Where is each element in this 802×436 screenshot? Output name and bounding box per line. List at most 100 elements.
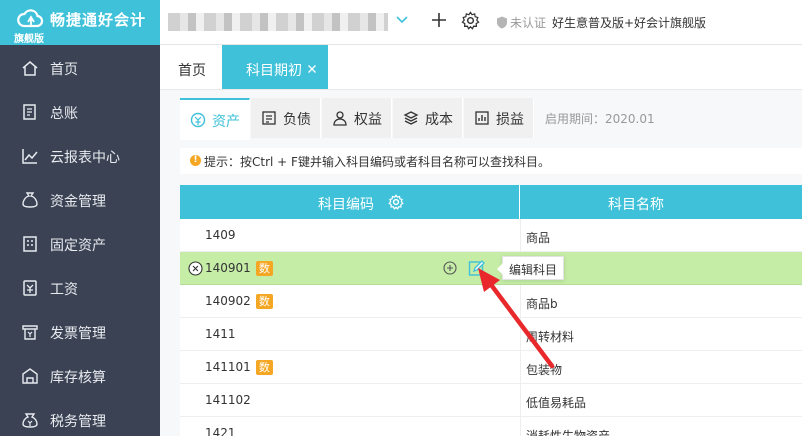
tab-profit-loss[interactable]: 损益 [464, 98, 534, 138]
liability-icon [262, 111, 276, 125]
sidebar-item-label: 税务管理 [50, 414, 106, 430]
equity-icon [333, 111, 347, 126]
tab-label: 负债 [283, 112, 311, 128]
tab-home[interactable]: 首页 [178, 60, 206, 80]
code-text: 1421 [205, 426, 236, 436]
sidebar-item-home[interactable]: 首页 [0, 46, 160, 90]
sidebar-item-label: 固定资产 [50, 238, 106, 254]
sidebar-item-label: 首页 [50, 62, 78, 78]
gear-icon[interactable] [461, 11, 480, 30]
warehouse-icon [22, 368, 38, 384]
row-code: 141102 [205, 393, 251, 407]
table-header: 科目编码 科目名称 [180, 185, 802, 219]
row-name: 包装物 [526, 363, 563, 377]
table-row[interactable]: 140902 数 商品b [180, 285, 802, 318]
column-header-code: 科目编码 [180, 185, 520, 219]
table-row[interactable]: 1411 周转材料 [180, 318, 802, 351]
chevron-down-icon[interactable] [395, 12, 409, 26]
main-content: 资产 负债 权益 成本 损益 启用期间：2020.01 ! 提示：按Ctrl +… [160, 90, 802, 436]
table-row-selected[interactable]: 140901 数 编辑科目 [180, 252, 802, 285]
row-code: 140901 数 [205, 261, 273, 276]
tab-label: 损益 [496, 112, 524, 128]
row-name: 低值易耗品 [526, 396, 587, 410]
sidebar-item-label: 云报表中心 [50, 150, 120, 166]
row-code: 1411 [205, 327, 236, 341]
cell-divider [520, 351, 521, 384]
tab-label: 科目期初 [246, 63, 302, 79]
sidebar-item-invoices[interactable]: 发票管理 [0, 310, 160, 354]
row-code: 141101 数 [205, 360, 273, 375]
ledger-icon [23, 104, 36, 120]
accounts-table: 科目编码 科目名称 1409 商品 140901 数 编辑科目 140902 数… [180, 185, 802, 436]
profit-loss-icon [475, 111, 489, 125]
chart-icon [22, 149, 38, 164]
sidebar-item-salary[interactable]: 工资 [0, 266, 160, 310]
sidebar-item-label: 总账 [50, 106, 78, 122]
sidebar-item-fixed-assets[interactable]: 固定资产 [0, 222, 160, 266]
cell-divider [520, 384, 521, 417]
tab-liabilities[interactable]: 负债 [251, 98, 321, 138]
app-logo[interactable]: 畅捷通好会计 旗舰版 [0, 0, 160, 45]
sidebar-item-tax[interactable]: 税务管理 [0, 398, 160, 436]
info-icon: ! [190, 155, 201, 166]
cell-divider [520, 417, 521, 436]
home-icon [22, 61, 38, 76]
invoice-icon [22, 325, 38, 340]
column-label: 科目名称 [608, 197, 664, 213]
sidebar-item-reports[interactable]: 云报表中心 [0, 134, 160, 178]
code-text: 140901 [205, 261, 251, 275]
tab-label: 资产 [212, 114, 240, 130]
hint-text: 提示：按Ctrl + F键并输入科目编码或者科目名称可以查找科目。 [204, 155, 550, 169]
row-name: 周转材料 [526, 330, 575, 344]
column-label: 科目编码 [318, 197, 374, 213]
tab-equity[interactable]: 权益 [322, 98, 392, 138]
gear-icon[interactable] [388, 194, 404, 210]
sidebar-item-funds[interactable]: 资金管理 [0, 178, 160, 222]
cert-status-label: 未认证 [510, 16, 547, 30]
tab-opening-balances[interactable]: 科目期初 [222, 45, 328, 89]
cert-status[interactable]: 未认证 [496, 14, 546, 31]
app-name: 畅捷通好会计 [50, 11, 147, 29]
search-hint: ! 提示：按Ctrl + F键并输入科目编码或者科目名称可以查找科目。 [180, 148, 802, 174]
salary-icon [23, 280, 37, 296]
close-icon[interactable] [308, 65, 316, 73]
table-row[interactable]: 1421 消耗性生物资产 [180, 417, 802, 436]
plus-icon[interactable] [430, 11, 448, 29]
row-name: 商品b [526, 297, 558, 311]
table-row[interactable]: 141101 数 包装物 [180, 351, 802, 384]
tab-cost[interactable]: 成本 [393, 98, 463, 138]
edit-icon[interactable] [468, 259, 486, 277]
account-selector[interactable] [168, 13, 388, 31]
money-bag-icon [22, 192, 38, 208]
cost-icon [403, 111, 419, 125]
tab-assets[interactable]: 资产 [180, 98, 250, 140]
row-code: 1421 [205, 426, 236, 436]
sidebar-item-inventory[interactable]: 库存核算 [0, 354, 160, 398]
page-tabs: 首页 科目期初 [160, 45, 802, 90]
tab-label: 权益 [354, 112, 382, 128]
cell-divider [520, 318, 521, 351]
remove-circle-icon[interactable] [188, 261, 203, 276]
row-code: 1409 [205, 228, 236, 242]
sidebar-item-ledger[interactable]: 总账 [0, 90, 160, 134]
code-text: 141102 [205, 393, 251, 407]
code-text: 140902 [205, 294, 251, 308]
code-text: 141101 [205, 360, 251, 374]
edition-name: 好生意普及版+好会计旗舰版 [552, 16, 707, 30]
quantity-badge: 数 [255, 294, 273, 309]
top-bar: 畅捷通好会计 旗舰版 未认证 好生意普及版+好会计旗舰版 [0, 0, 802, 45]
cell-divider [520, 219, 521, 252]
category-tabs: 资产 负债 权益 成本 损益 启用期间：2020.01 [180, 98, 802, 140]
table-row[interactable]: 141102 低值易耗品 [180, 384, 802, 417]
tab-label: 成本 [425, 112, 453, 128]
row-name: 消耗性生物资产 [526, 429, 611, 436]
add-circle-icon[interactable] [443, 261, 457, 275]
column-header-name: 科目名称 [520, 185, 802, 219]
cloud-logo-icon [17, 9, 44, 28]
sidebar-item-label: 资金管理 [50, 194, 106, 210]
shield-icon [497, 16, 507, 29]
code-text: 1409 [205, 228, 236, 242]
quantity-badge: 数 [255, 261, 273, 276]
edition-badge: 旗舰版 [14, 34, 44, 45]
table-row[interactable]: 1409 商品 [180, 219, 802, 252]
